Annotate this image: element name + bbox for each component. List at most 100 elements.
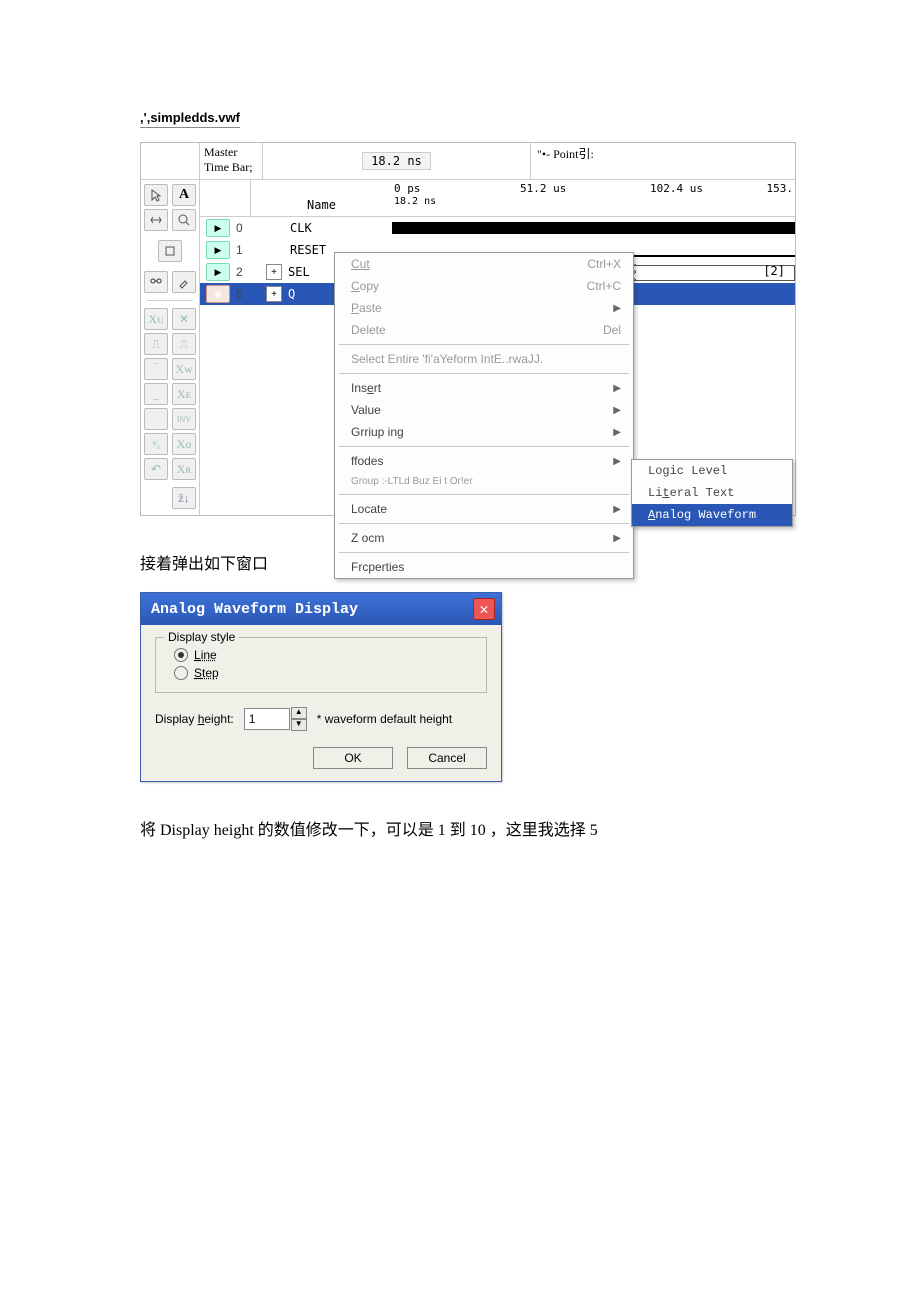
menu-insert[interactable]: Insert▶ (335, 377, 633, 399)
menu-zoom[interactable]: Z ocm▶ (335, 527, 633, 549)
submenu-analog-waveform[interactable]: Analog Waveform (632, 504, 792, 526)
stamp-in-icon[interactable]: ⎍ (172, 333, 196, 355)
ruler-tick: 102.4 us (650, 182, 703, 195)
output-pin-icon: ◉ (206, 285, 230, 303)
sort-icon[interactable]: ẑ↓ (172, 487, 196, 509)
ruler-tick: 0 ps (394, 182, 421, 195)
pointer-tool-icon[interactable] (144, 184, 168, 206)
submenu-arrow-icon: ▶ (613, 533, 621, 544)
shortcut-label: Ctrl+X (587, 257, 621, 271)
radio-icon[interactable] (174, 648, 188, 662)
pointer-label: "•- Point引: (531, 143, 795, 179)
shortcut-label: Ctrl+C (587, 279, 621, 293)
master-time-bar-label: Master Time Bar; (200, 143, 263, 179)
analog-waveform-dialog: Analog Waveform Display ✕ Display style … (140, 592, 502, 782)
menu-nodes[interactable]: ffodes▶ (335, 450, 633, 472)
menu-group-bit-order[interactable]: Group :-LTLd Buz Ei t Or!er (335, 472, 633, 491)
submenu-arrow-icon: ▶ (613, 427, 621, 438)
undo-icon[interactable]: ↶ (144, 458, 168, 480)
context-menu: CutCtrl+X CopyCtrl+C Paste▶ DeleteDel (334, 252, 634, 579)
inv-icon[interactable]: INV (172, 408, 196, 430)
expand-icon[interactable]: + (266, 286, 282, 302)
submenu-arrow-icon: ▶ (613, 303, 621, 314)
input-pin-icon: ▶ (206, 263, 230, 281)
signal-name: CLK (290, 221, 312, 235)
cancel-button[interactable]: Cancel (407, 747, 487, 769)
menu-cut[interactable]: CutCtrl+X (335, 253, 633, 275)
menu-value[interactable]: Value▶ (335, 399, 633, 421)
signal-index: 1 (236, 243, 250, 257)
submenu-logic-level[interactable]: Logic Level (632, 460, 792, 482)
signal-row-clk[interactable]: ▶ 0 CLK (200, 217, 392, 239)
display-height-input[interactable] (244, 708, 290, 730)
time-marker: 18.2 ns (394, 196, 436, 207)
square-tool-icon[interactable] (158, 240, 182, 262)
menu-properties[interactable]: Frcperties (335, 556, 633, 578)
signal-name: Q (288, 287, 295, 301)
bus-value: [2] (763, 264, 785, 278)
waveform-row-clk (392, 217, 795, 239)
dialog-title: Analog Waveform Display (151, 601, 358, 618)
display-style-group: Display style Line Step (155, 637, 487, 693)
display-height-spinner[interactable]: ▲ ▼ (244, 707, 307, 731)
find-icon[interactable] (144, 271, 168, 293)
xe-icon[interactable]: Xᴇ (172, 383, 196, 405)
submenu-arrow-icon: ▶ (613, 456, 621, 467)
tool-palette: A (141, 180, 200, 515)
text-tool-icon[interactable]: A (172, 184, 196, 206)
xu-icon[interactable]: Xᴜ (144, 308, 168, 330)
file-name: ,',simpledds.vwf (140, 110, 240, 128)
input-pin-icon: ▶ (206, 241, 230, 259)
signal-index: 2 (236, 265, 250, 279)
group-label: Display style (164, 630, 239, 644)
zoom-in-icon[interactable] (172, 209, 196, 231)
input-pin-icon: ▶ (206, 219, 230, 237)
radio-label: Step (194, 666, 219, 680)
signal-index: 6 (236, 287, 250, 301)
signal-name: SEL (288, 265, 310, 279)
waveform-window: Master Time Bar; 18.2 ns "•- Point引: A (140, 142, 796, 516)
xr-icon[interactable]: Xʀ (172, 458, 196, 480)
radio-icon[interactable] (174, 666, 188, 680)
bar-top-icon[interactable]: ‾ (144, 358, 168, 380)
submenu-literal-text[interactable]: Literal Text (632, 482, 792, 504)
menu-delete[interactable]: DeleteDel (335, 319, 633, 341)
shortcut-label: Del (603, 323, 621, 337)
submenu-arrow-icon: ▶ (613, 383, 621, 394)
display-height-label: Display height: (155, 712, 234, 726)
signal-name: RESET (290, 243, 326, 257)
brush-icon[interactable] (172, 271, 196, 293)
menu-grouping[interactable]: Grriup ing▶ (335, 421, 633, 443)
ok-button[interactable]: OK (313, 747, 393, 769)
stamp-out-icon[interactable]: ⎍ (144, 333, 168, 355)
menu-select-interval[interactable]: Select Entire 'fi'aYeform IntE..rwaJJ. (335, 348, 633, 370)
master-time-value[interactable]: 18.2 ns (362, 152, 431, 170)
submenu-arrow-icon: ▶ (613, 405, 621, 416)
radio-label: Line (194, 648, 217, 662)
caption-text: 将 Display height 的数值修改一下，可以是 1 到 10 ，这里我… (140, 816, 780, 840)
menu-paste[interactable]: Paste▶ (335, 297, 633, 319)
spin-up-icon[interactable]: ▲ (291, 707, 307, 719)
ruler-tick: 153. (767, 182, 794, 195)
display-format-submenu: Logic Level Literal Text Analog Waveform (631, 459, 793, 527)
bar-bot-icon[interactable]: _ (144, 383, 168, 405)
radio-step[interactable]: Step (174, 666, 476, 680)
xo-icon[interactable]: Xᴏ (172, 433, 196, 455)
blank-icon[interactable] (144, 408, 168, 430)
expand-icon[interactable]: + (266, 264, 282, 280)
xw-icon[interactable]: Xᴡ (172, 358, 196, 380)
time-ruler: 0 ps 51.2 us 102.4 us 153. 18.2 ns (392, 180, 795, 217)
waveform-area[interactable]: 0 ps 51.2 us 102.4 us 153. 18.2 ns [1] (392, 180, 795, 515)
xx-icon[interactable]: ✕ (172, 308, 196, 330)
time-bar: Master Time Bar; 18.2 ns "•- Point引: (141, 143, 795, 180)
menu-copy[interactable]: CopyCtrl+C (335, 275, 633, 297)
name-column-header: Name (251, 180, 392, 216)
zoom-full-icon[interactable] (144, 209, 168, 231)
close-icon[interactable]: ✕ (473, 598, 495, 620)
spin-down-icon[interactable]: ▼ (291, 719, 307, 731)
menu-locate[interactable]: Locate▶ (335, 498, 633, 520)
height-suffix: * waveform default height (317, 712, 452, 726)
radio-line[interactable]: Line (174, 648, 476, 662)
ruler-tick: 51.2 us (520, 182, 566, 195)
num-icon[interactable]: ⁴⁄₄ (144, 433, 168, 455)
